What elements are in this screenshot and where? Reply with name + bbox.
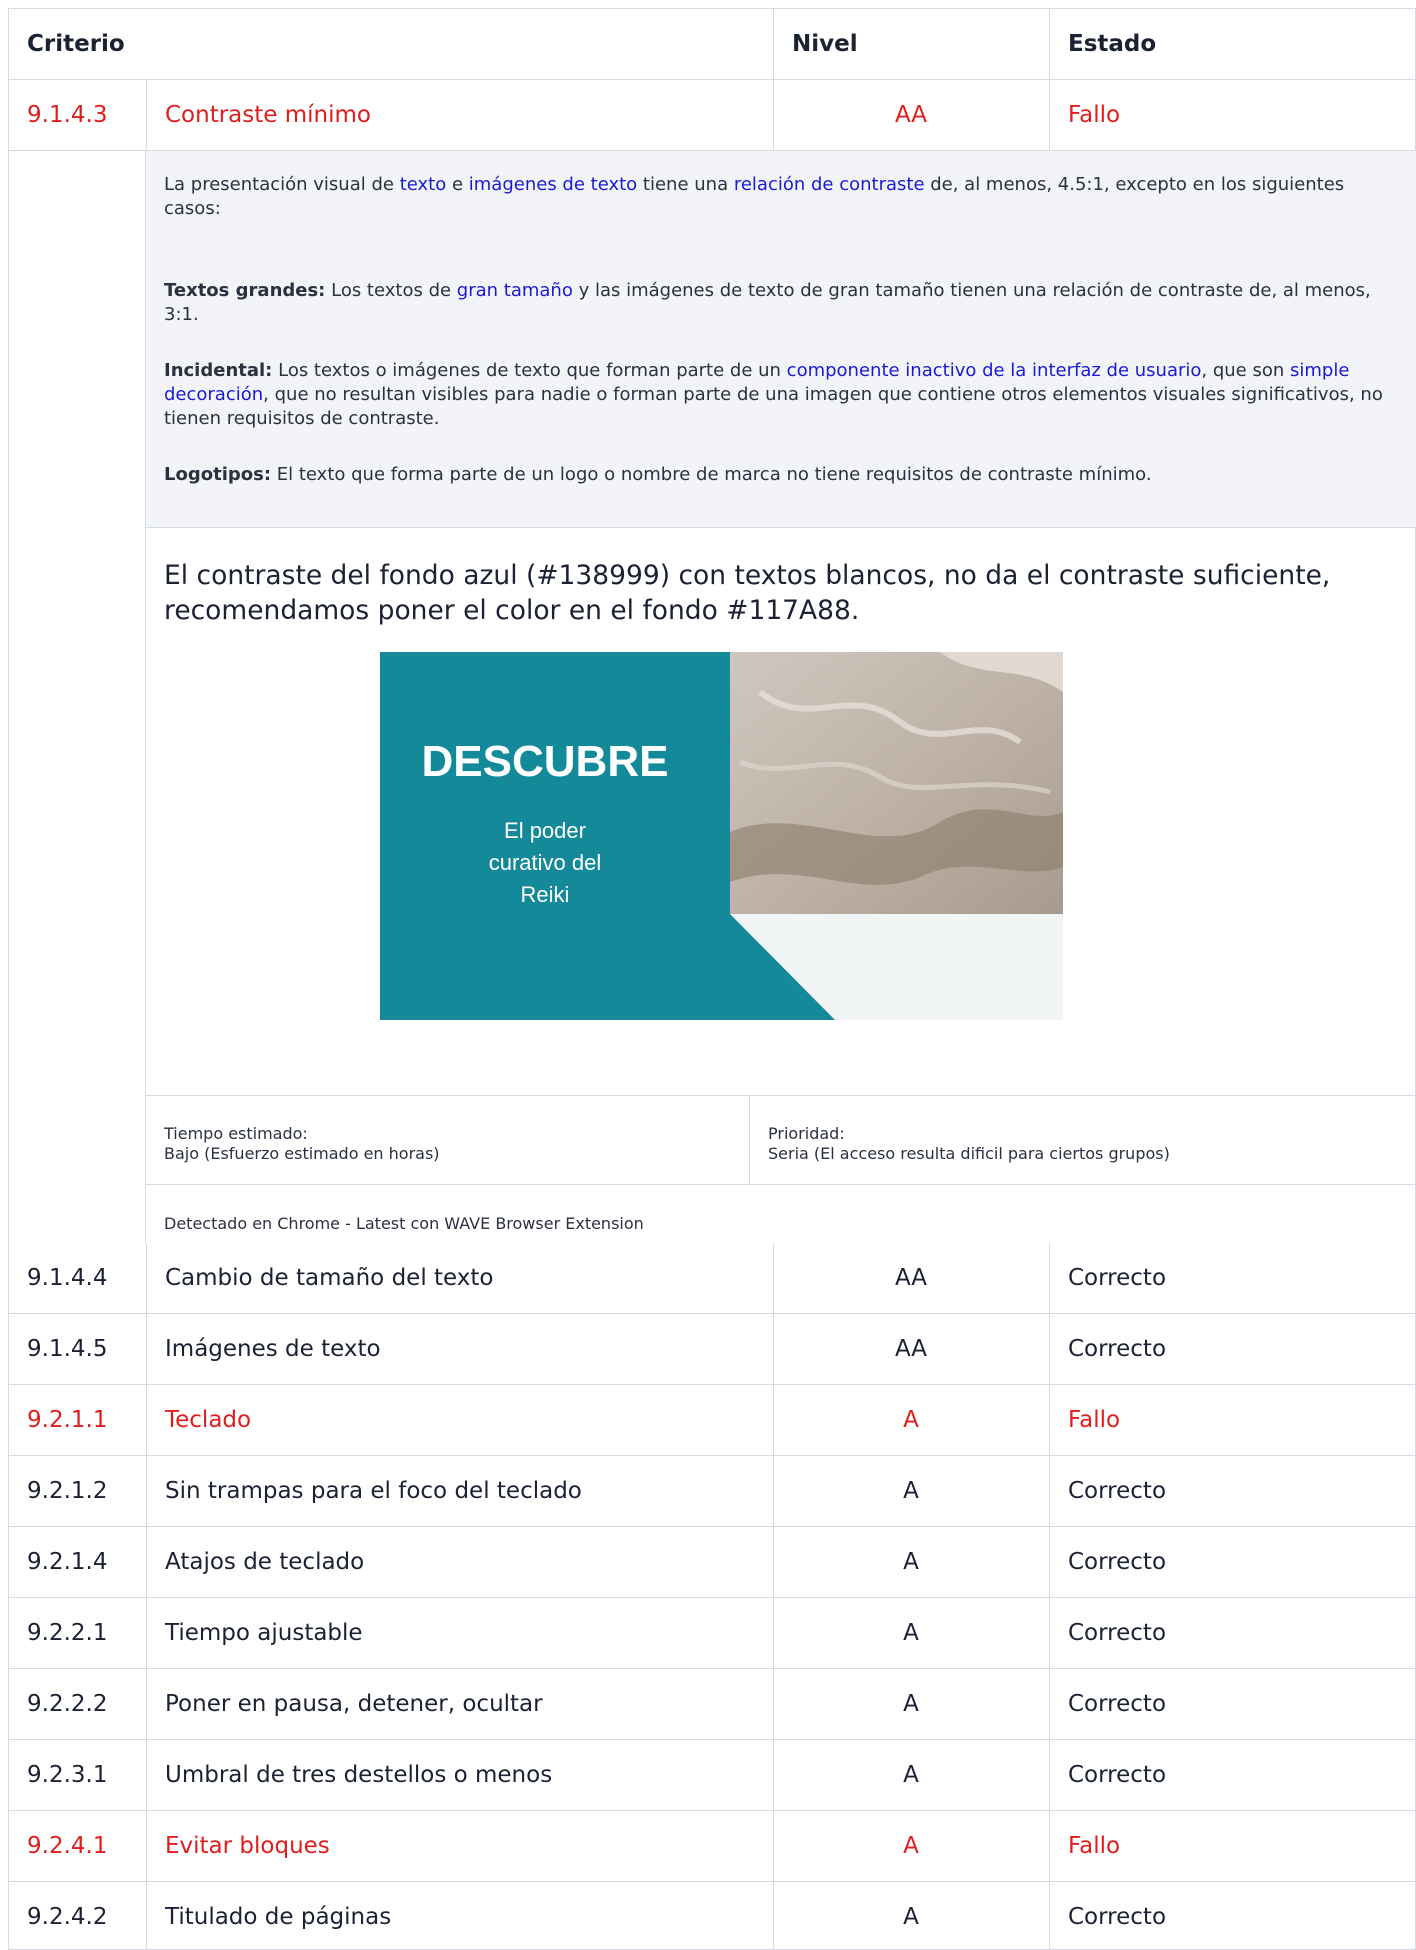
row-status: Fallo <box>1049 80 1416 150</box>
case-label: Textos grandes: <box>164 280 326 301</box>
row-status: Correcto <box>1049 1527 1416 1597</box>
row-status: Correcto <box>1049 1740 1416 1810</box>
row-level: A <box>773 1385 1048 1455</box>
glossary-link[interactable]: texto <box>400 174 447 195</box>
row-id: 9.2.2.1 <box>27 1620 108 1646</box>
row-status: Correcto <box>1049 1456 1416 1526</box>
row-level: A <box>773 1882 1048 1950</box>
table-row[interactable]: 9.2.1.4 Atajos de teclado A Correcto <box>9 1527 1415 1598</box>
row-name: Evitar bloques <box>146 1811 772 1881</box>
row-name: Contraste mínimo <box>146 80 772 150</box>
row-status: Correcto <box>1049 1598 1416 1668</box>
priority-label: Prioridad: <box>768 1124 845 1143</box>
estimation-bar: Tiempo estimado: Bajo (Esfuerzo estimado… <box>146 1095 1416 1185</box>
text-span: La presentación visual de <box>164 174 400 195</box>
row-id: 9.1.4.5 <box>27 1336 108 1362</box>
text-span: , que son <box>1201 360 1290 381</box>
table-row[interactable]: 9.1.4.4 Cambio de tamaño del texto AA Co… <box>9 1243 1415 1314</box>
row-status: Fallo <box>1049 1811 1416 1881</box>
row-level: A <box>773 1811 1048 1881</box>
estimated-time: Tiempo estimado: Bajo (Esfuerzo estimado… <box>164 1124 440 1164</box>
row-name: Teclado <box>146 1385 772 1455</box>
row-status: Fallo <box>1049 1385 1416 1455</box>
row-level: A <box>773 1527 1048 1597</box>
table-header: Criterio Nivel Estado <box>9 9 1415 80</box>
text-span: , que no resultan visibles para nadie o … <box>164 384 1383 429</box>
glossary-link[interactable]: componente inactivo de la interfaz de us… <box>787 360 1202 381</box>
estimated-time-value: Bajo (Esfuerzo estimado en horas) <box>164 1144 440 1163</box>
logotypes-paragraph: Logotipos: El texto que forma parte de u… <box>164 463 1399 487</box>
row-name: Poner en pausa, detener, ocultar <box>146 1669 772 1739</box>
row-id: 9.2.4.1 <box>27 1833 108 1859</box>
table-row[interactable]: 9.2.1.2 Sin trampas para el foco del tec… <box>9 1456 1415 1527</box>
banner-line-3: Reiki <box>521 882 570 907</box>
row-id: 9.2.2.2 <box>27 1691 108 1717</box>
table-row[interactable]: 9.2.4.2 Titulado de páginas A Correcto <box>9 1882 1415 1950</box>
row-id: 9.2.1.4 <box>27 1549 108 1575</box>
table-row[interactable]: 9.1.4.3 Contraste mínimo AA Fallo <box>9 80 1415 151</box>
glossary-link[interactable]: relación de contraste <box>734 174 925 195</box>
row-level: A <box>773 1740 1048 1810</box>
observation-text: El contraste del fondo azul (#138999) co… <box>164 560 1331 626</box>
text-span: tiene una <box>637 174 734 195</box>
row-name: Cambio de tamaño del texto <box>146 1243 772 1313</box>
glossary-link[interactable]: imágenes de texto <box>469 174 637 195</box>
case-label: Logotipos: <box>164 464 272 485</box>
row-id: 9.2.3.1 <box>27 1762 108 1788</box>
banner-headline: DESCUBRE <box>422 737 669 786</box>
banner-line-1: El poder <box>504 818 586 843</box>
example-banner-image: DESCUBRE El poder curativo del Reiki <box>380 652 1063 1020</box>
row-name: Imágenes de texto <box>146 1314 772 1384</box>
header-criterio: Criterio <box>27 31 125 57</box>
incidental-paragraph: Incidental: Los textos o imágenes de tex… <box>164 359 1399 431</box>
banner-line-2: curativo del <box>489 850 602 875</box>
row-name: Atajos de teclado <box>146 1527 772 1597</box>
header-estado: Estado <box>1049 9 1416 79</box>
row-id: 9.1.4.3 <box>27 102 108 128</box>
row-level: AA <box>773 1314 1048 1384</box>
detected-in: Detectado en Chrome - Latest con WAVE Br… <box>164 1214 644 1233</box>
row-level: A <box>773 1598 1048 1668</box>
criterion-description: La presentación visual de texto e imágen… <box>146 151 1416 528</box>
table-row[interactable]: 9.2.1.1 Teclado A Fallo <box>9 1385 1415 1456</box>
row-level: AA <box>773 1243 1048 1313</box>
header-nivel: Nivel <box>773 9 1048 79</box>
row-status: Correcto <box>1049 1314 1416 1384</box>
description-paragraph: La presentación visual de texto e imágen… <box>164 173 1399 221</box>
row-status: Correcto <box>1049 1882 1416 1950</box>
criteria-table: Criterio Nivel Estado 9.1.4.3 Contraste … <box>8 8 1416 1950</box>
row-status: Correcto <box>1049 1669 1416 1739</box>
row-name: Sin trampas para el foco del teclado <box>146 1456 772 1526</box>
row-status: Correcto <box>1049 1243 1416 1313</box>
estimated-time-label: Tiempo estimado: <box>164 1124 308 1143</box>
table-row[interactable]: 9.2.4.1 Evitar bloques A Fallo <box>9 1811 1415 1882</box>
table-row[interactable]: 9.1.4.5 Imágenes de texto AA Correcto <box>9 1314 1415 1385</box>
table-row[interactable]: 9.2.3.1 Umbral de tres destellos o menos… <box>9 1740 1415 1811</box>
priority-value: Seria (El acceso resulta dificil para ci… <box>768 1144 1170 1163</box>
text-span: Los textos de <box>325 280 457 301</box>
table-row[interactable]: 9.2.2.1 Tiempo ajustable A Correcto <box>9 1598 1415 1669</box>
row-id: 9.2.1.1 <box>27 1407 108 1433</box>
text-span: e <box>446 174 469 195</box>
row-id: 9.2.4.2 <box>27 1903 108 1930</box>
row-level: AA <box>773 80 1048 150</box>
text-span: El texto que forma parte de un logo o no… <box>271 464 1152 485</box>
row-name: Titulado de páginas <box>146 1882 772 1950</box>
meta-divider <box>749 1096 750 1184</box>
table-row[interactable]: 9.2.2.2 Poner en pausa, detener, ocultar… <box>9 1669 1415 1740</box>
priority: Prioridad: Seria (El acceso resulta difi… <box>768 1124 1170 1164</box>
glossary-link[interactable]: gran tamaño <box>457 280 573 301</box>
row-level: A <box>773 1669 1048 1739</box>
row-name: Umbral de tres destellos o menos <box>146 1740 772 1810</box>
criterion-detail: La presentación visual de texto e imágen… <box>146 151 1416 1243</box>
text-span: Los textos o imágenes de texto que forma… <box>272 360 787 381</box>
row-name: Tiempo ajustable <box>146 1598 772 1668</box>
case-label: Incidental: <box>164 360 273 381</box>
detail-spacer <box>9 151 146 1243</box>
large-text-paragraph: Textos grandes: Los textos de gran tamañ… <box>164 279 1399 327</box>
row-id: 9.2.1.2 <box>27 1478 108 1504</box>
row-level: A <box>773 1456 1048 1526</box>
banner-graphic: DESCUBRE El poder curativo del Reiki <box>380 652 1063 1020</box>
row-id: 9.1.4.4 <box>27 1265 108 1291</box>
